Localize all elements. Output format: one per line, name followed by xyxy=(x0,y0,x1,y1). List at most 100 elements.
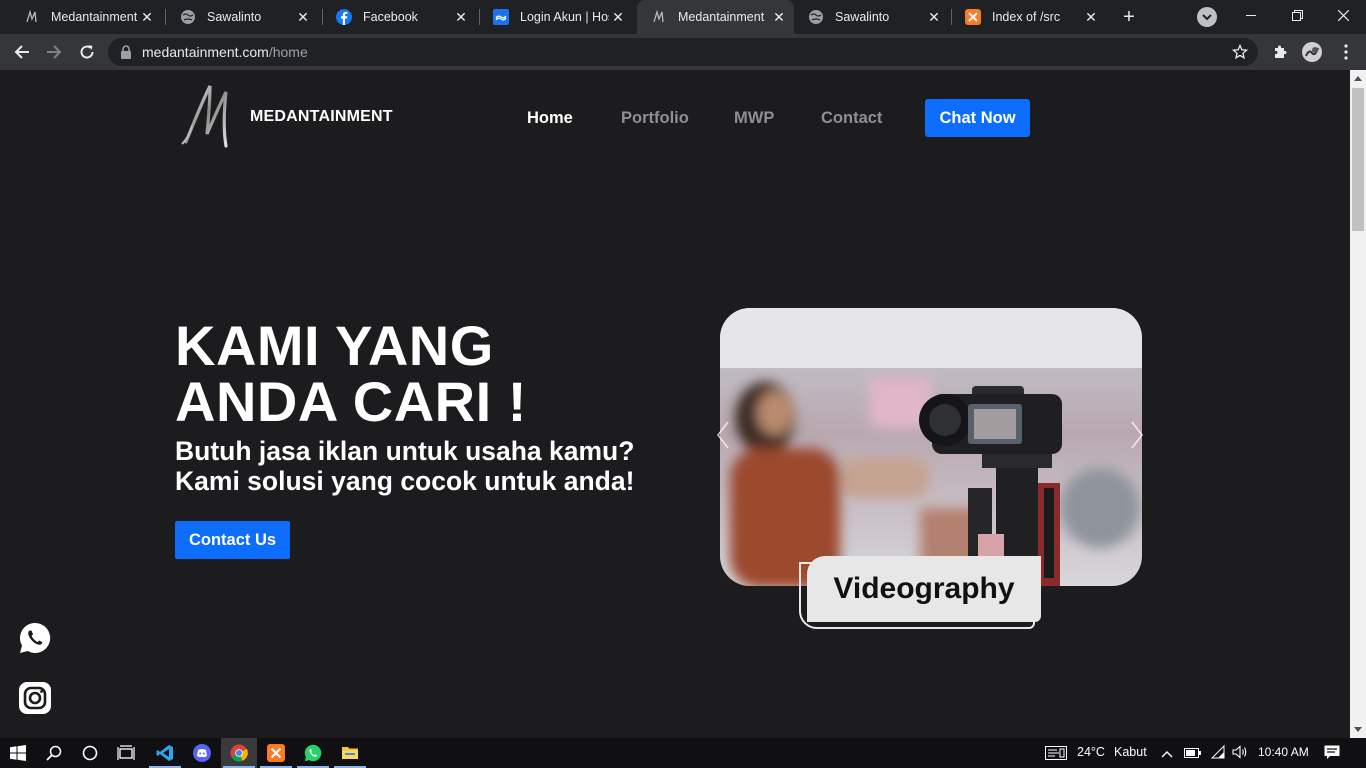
kebab-menu-icon xyxy=(1344,44,1348,60)
url-path: /home xyxy=(268,44,308,60)
tab-sawalinto-1[interactable]: Sawalinto ✕ xyxy=(166,0,318,34)
nav-mwp[interactable]: MWP xyxy=(734,109,774,128)
puzzle-icon xyxy=(1275,45,1287,58)
tab-medantainment-active[interactable]: Medantainment ✕ xyxy=(637,0,794,34)
website-viewport: MEDANTAINMENT Home Portfolio MWP Contact… xyxy=(0,70,1350,738)
close-icon[interactable]: ✕ xyxy=(925,8,943,26)
scrollbar-thumb[interactable] xyxy=(1352,88,1364,231)
hero-title-line2: ANDA CARI ! xyxy=(175,370,527,433)
carousel-next-button[interactable] xyxy=(1130,420,1144,457)
tab-search-button[interactable] xyxy=(1197,7,1217,27)
chrome-icon[interactable] xyxy=(221,738,257,768)
close-icon[interactable]: ✕ xyxy=(138,8,156,26)
vscode-icon[interactable] xyxy=(147,738,183,768)
carousel-prev-button[interactable] xyxy=(716,420,730,457)
chevron-left-icon xyxy=(716,421,729,449)
battery-icon[interactable] xyxy=(1184,747,1202,761)
chevron-right-icon xyxy=(1131,421,1144,449)
weather-condition[interactable]: Kabut xyxy=(1114,745,1147,759)
star-icon xyxy=(1232,44,1248,60)
clock-time[interactable]: 10:40 AM xyxy=(1258,745,1309,759)
chat-now-button[interactable]: Chat Now xyxy=(925,99,1030,137)
brand-name[interactable]: MEDANTAINMENT xyxy=(250,108,393,126)
tab-facebook[interactable]: Facebook ✕ xyxy=(322,0,476,34)
cortana-icon[interactable] xyxy=(72,738,108,768)
tab-title: Medantainment xyxy=(678,10,765,24)
forward-button[interactable] xyxy=(42,40,66,64)
tab-title: Sawalinto xyxy=(207,10,262,24)
chevron-up-icon[interactable] xyxy=(1161,747,1173,761)
tab-title: Medantainment xyxy=(51,10,138,24)
xampp-icon[interactable] xyxy=(258,738,294,768)
search-icon[interactable] xyxy=(36,738,72,768)
notification-center-icon[interactable] xyxy=(1324,745,1340,763)
bookmark-star-button[interactable] xyxy=(1228,40,1252,64)
nav-home[interactable]: Home xyxy=(527,109,573,128)
url-domain: medantainment.com xyxy=(142,44,269,60)
hero-title: KAMI YANG ANDA CARI ! xyxy=(175,318,527,430)
medantainment-favicon xyxy=(651,9,667,25)
weather-temperature[interactable]: 24°C xyxy=(1077,745,1105,759)
hero-subtitle-line2: Kami solusi yang cocok untuk anda! xyxy=(175,466,635,496)
extensions-button[interactable] xyxy=(1268,40,1292,64)
address-bar[interactable]: medantainment.com/home xyxy=(108,38,1258,66)
tab-sawalinto-2[interactable]: Sawalinto ✕ xyxy=(794,0,949,34)
profile-avatar[interactable] xyxy=(1300,40,1324,64)
browser-tab-bar: Medantainment ✕ Sawalinto ✕ Facebook ✕ L… xyxy=(0,0,1366,34)
volume-icon[interactable] xyxy=(1232,745,1248,762)
scroll-up-arrow-icon[interactable] xyxy=(1354,76,1362,81)
close-icon[interactable]: ✕ xyxy=(294,8,312,26)
new-tab-button[interactable]: + xyxy=(1118,6,1140,28)
back-button[interactable] xyxy=(10,40,34,64)
restore-button[interactable] xyxy=(1274,0,1320,30)
wifi-icon[interactable] xyxy=(1210,744,1226,762)
tab-title: Login Akun | Host xyxy=(520,10,609,24)
browser-menu-button[interactable] xyxy=(1334,40,1358,64)
reload-button[interactable] xyxy=(75,40,99,64)
hero-title-line1: KAMI YANG xyxy=(175,314,494,377)
nav-contact[interactable]: Contact xyxy=(821,109,882,128)
avatar-icon xyxy=(1302,42,1322,62)
carousel-caption: Videography xyxy=(807,556,1041,622)
close-icon[interactable]: ✕ xyxy=(609,8,627,26)
contact-us-button[interactable]: Contact Us xyxy=(175,521,290,559)
instagram-icon[interactable] xyxy=(19,682,51,714)
close-icon[interactable]: ✕ xyxy=(770,8,788,26)
hero-subtitle-line1: Butuh jasa iklan untuk usaha kamu? xyxy=(175,436,635,466)
globe-icon xyxy=(808,9,824,25)
browser-toolbar: medantainment.com/home xyxy=(0,34,1366,70)
task-view-icon[interactable] xyxy=(108,738,144,768)
tab-index-src[interactable]: Index of /src ✕ xyxy=(951,0,1106,34)
whatsapp-icon[interactable] xyxy=(295,738,331,768)
hostinger-icon xyxy=(493,9,509,25)
chevron-down-icon xyxy=(1202,13,1212,20)
tab-hostinger-login[interactable]: Login Akun | Host ✕ xyxy=(479,0,633,34)
close-icon[interactable]: ✕ xyxy=(452,8,470,26)
xampp-icon xyxy=(965,9,981,25)
weather-icon[interactable] xyxy=(1045,746,1067,763)
tab-title: Facebook xyxy=(363,10,418,24)
windows-start-icon[interactable] xyxy=(0,738,36,768)
tab-medantainment-1[interactable]: Medantainment ✕ xyxy=(10,0,162,34)
close-icon[interactable]: ✕ xyxy=(1082,8,1100,26)
tab-title: Sawalinto xyxy=(835,10,890,24)
hero-subtitle: Butuh jasa iklan untuk usaha kamu? Kami … xyxy=(175,436,634,496)
discord-icon[interactable] xyxy=(184,738,220,768)
windows-taskbar: 24°C Kabut 10:40 AM xyxy=(0,738,1366,768)
reload-icon xyxy=(80,45,94,59)
tab-title: Index of /src xyxy=(992,10,1061,24)
close-window-button[interactable] xyxy=(1320,0,1366,30)
nav-portfolio[interactable]: Portfolio xyxy=(621,109,689,128)
scroll-down-arrow-icon[interactable] xyxy=(1354,727,1362,732)
site-logo[interactable] xyxy=(180,82,238,154)
file-explorer-icon[interactable] xyxy=(332,738,368,768)
minimize-button[interactable] xyxy=(1228,0,1274,30)
globe-icon xyxy=(180,9,196,25)
facebook-icon xyxy=(336,9,352,25)
carousel-image[interactable] xyxy=(720,308,1142,586)
arrow-left-icon xyxy=(14,45,29,59)
page-scrollbar[interactable] xyxy=(1350,70,1366,738)
whatsapp-icon[interactable] xyxy=(19,622,51,654)
arrow-right-icon xyxy=(47,45,62,59)
medantainment-favicon xyxy=(24,9,40,25)
